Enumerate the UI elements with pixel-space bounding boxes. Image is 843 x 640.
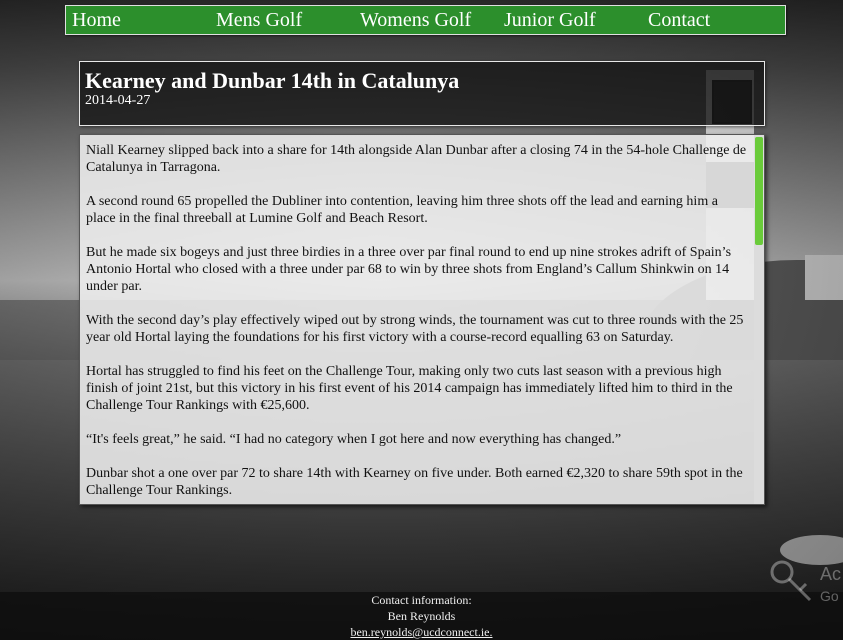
article-paragraph: Hortal has struggled to find his feet on… <box>86 364 733 413</box>
footer-email[interactable]: ben.reynolds@ucdconnect.ie. <box>0 624 843 640</box>
article-paragraph: “It's feels great,” he said. “I had no c… <box>86 432 622 447</box>
article-paragraph: But he made six bogeys and just three bi… <box>86 245 732 294</box>
footer: Contact information: Ben Reynolds ben.re… <box>0 592 843 640</box>
watermark-line2: Go <box>820 588 839 604</box>
article-scrollbar[interactable] <box>754 135 764 504</box>
footer-name: Ben Reynolds <box>387 609 456 623</box>
nav-junior-golf[interactable]: Junior Golf <box>504 9 596 31</box>
article-header: Kearney and Dunbar 14th in Catalunya 201… <box>79 61 765 126</box>
footer-heading: Contact information: <box>371 593 472 607</box>
activation-watermark: Ac Go <box>768 558 843 608</box>
article-date: 2014-04-27 <box>85 93 151 108</box>
nav-mens-golf[interactable]: Mens Golf <box>216 9 302 31</box>
article-paragraph: Niall Kearney slipped back into a share … <box>86 143 747 175</box>
article-title: Kearney and Dunbar 14th in Catalunya <box>85 68 460 93</box>
nav-home[interactable]: Home <box>72 9 121 31</box>
key-icon <box>770 560 812 602</box>
scrollbar-thumb[interactable] <box>755 137 763 245</box>
article-paragraph: A second round 65 propelled the Dubliner… <box>86 194 718 226</box>
article-paragraph: With the second day’s play effectively w… <box>86 313 744 345</box>
nav-womens-golf[interactable]: Womens Golf <box>360 9 471 31</box>
article-content: Niall Kearney slipped back into a share … <box>86 142 748 504</box>
article-body[interactable]: Niall Kearney slipped back into a share … <box>79 134 765 505</box>
article-paragraph: Dunbar shot a one over par 72 to share 1… <box>86 466 743 498</box>
main-nav: Home Mens Golf Womens Golf Junior Golf C… <box>65 5 786 35</box>
watermark-line1: Ac <box>820 564 842 584</box>
nav-contact[interactable]: Contact <box>648 9 710 31</box>
